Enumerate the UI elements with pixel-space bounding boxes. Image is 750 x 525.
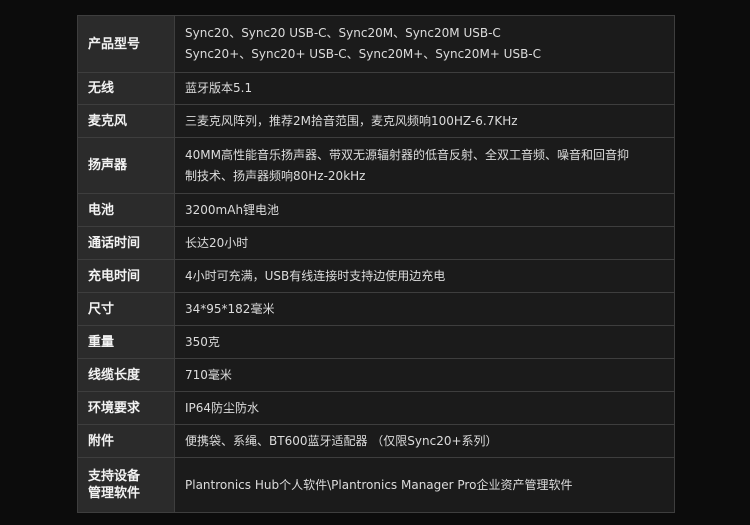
spec-label: 通话时间 bbox=[77, 226, 175, 260]
spec-value: 便携袋、系绳、BT600蓝牙适配器 （仅限Sync20+系列） bbox=[174, 424, 675, 458]
spec-value: Plantronics Hub个人软件\Plantronics Manager … bbox=[174, 457, 675, 513]
spec-value: 350克 bbox=[174, 325, 675, 359]
spec-row-cable-length: 线缆长度 710毫米 bbox=[77, 358, 675, 392]
spec-label: 支持设备 管理软件 bbox=[77, 457, 175, 513]
spec-value: 三麦克风阵列，推荐2M拾音范围，麦克风频响100HZ-6.7KHz bbox=[174, 104, 675, 138]
spec-value: 4小时可充满，USB有线连接时支持边使用边充电 bbox=[174, 259, 675, 293]
spec-row-microphone: 麦克风 三麦克风阵列，推荐2M拾音范围，麦克风频响100HZ-6.7KHz bbox=[77, 104, 675, 138]
spec-value: 710毫米 bbox=[174, 358, 675, 392]
spec-label: 扬声器 bbox=[77, 137, 175, 194]
spec-label: 重量 bbox=[77, 325, 175, 359]
spec-row-speaker: 扬声器 40MM高性能音乐扬声器、带双无源辐射器的低音反射、全双工音频、噪音和回… bbox=[77, 137, 675, 194]
spec-label: 附件 bbox=[77, 424, 175, 458]
spec-row-environment: 环境要求 IP64防尘防水 bbox=[77, 391, 675, 425]
spec-row-accessories: 附件 便携袋、系绳、BT600蓝牙适配器 （仅限Sync20+系列） bbox=[77, 424, 675, 458]
spec-row-model: 产品型号 Sync20、Sync20 USB-C、Sync20M、Sync20M… bbox=[77, 15, 675, 73]
spec-value: 蓝牙版本5.1 bbox=[174, 72, 675, 105]
spec-value: Sync20、Sync20 USB-C、Sync20M、Sync20M USB-… bbox=[174, 15, 675, 73]
spec-label: 麦克风 bbox=[77, 104, 175, 138]
spec-label: 产品型号 bbox=[77, 15, 175, 73]
spec-value: 40MM高性能音乐扬声器、带双无源辐射器的低音反射、全双工音频、噪音和回音抑 制… bbox=[174, 137, 675, 194]
spec-row-wireless: 无线 蓝牙版本5.1 bbox=[77, 72, 675, 105]
spec-table: 产品型号 Sync20、Sync20 USB-C、Sync20M、Sync20M… bbox=[77, 15, 675, 513]
spec-row-charge-time: 充电时间 4小时可充满，USB有线连接时支持边使用边充电 bbox=[77, 259, 675, 293]
spec-label: 充电时间 bbox=[77, 259, 175, 293]
spec-label: 无线 bbox=[77, 72, 175, 105]
spec-row-management-software: 支持设备 管理软件 Plantronics Hub个人软件\Plantronic… bbox=[77, 457, 675, 513]
spec-label: 电池 bbox=[77, 193, 175, 227]
spec-row-battery: 电池 3200mAh锂电池 bbox=[77, 193, 675, 227]
spec-row-weight: 重量 350克 bbox=[77, 325, 675, 359]
spec-label: 线缆长度 bbox=[77, 358, 175, 392]
spec-value: 长达20小时 bbox=[174, 226, 675, 260]
spec-value: IP64防尘防水 bbox=[174, 391, 675, 425]
spec-label: 尺寸 bbox=[77, 292, 175, 326]
spec-value: 34*95*182毫米 bbox=[174, 292, 675, 326]
spec-label: 环境要求 bbox=[77, 391, 175, 425]
spec-row-dimensions: 尺寸 34*95*182毫米 bbox=[77, 292, 675, 326]
spec-row-talk-time: 通话时间 长达20小时 bbox=[77, 226, 675, 260]
spec-value: 3200mAh锂电池 bbox=[174, 193, 675, 227]
